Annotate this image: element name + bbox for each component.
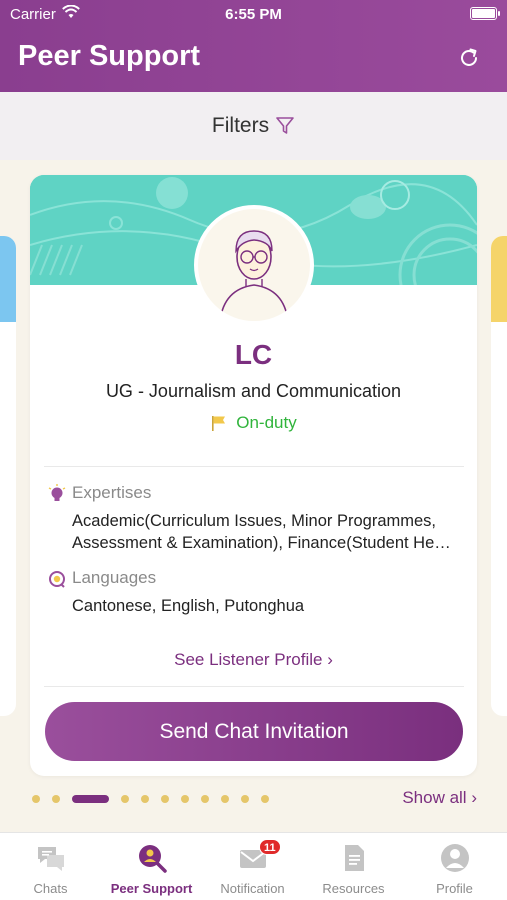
- battery-icon: [470, 7, 500, 20]
- divider: [44, 466, 464, 467]
- funnel-icon: [276, 117, 294, 134]
- tab-label: Resources: [322, 881, 385, 896]
- filters-label: Filters: [211, 114, 270, 137]
- show-all-link[interactable]: Show all ›: [402, 788, 477, 808]
- send-chat-invitation-button[interactable]: Send Chat Invitation: [45, 702, 463, 761]
- speech-icon: [49, 571, 65, 588]
- see-listener-profile-link[interactable]: See Listener Profile ›: [30, 650, 477, 670]
- tab-label: Notification: [220, 881, 285, 896]
- status-bar: Carrier 6:55 PM: [0, 0, 507, 28]
- pagination-dot[interactable]: [221, 795, 229, 803]
- document-icon: [345, 845, 364, 871]
- chevron-right-icon: ›: [471, 788, 477, 807]
- tab-label: Peer Support: [110, 881, 193, 896]
- chat-bubbles-icon: [38, 847, 64, 871]
- listener-name: LC: [234, 339, 273, 370]
- lightbulb-icon: [48, 484, 66, 501]
- divider: [44, 686, 464, 687]
- duty-status-label: On-duty: [236, 413, 297, 432]
- filters-button[interactable]: Filters: [0, 92, 507, 160]
- show-all-label: Show all: [402, 788, 467, 807]
- pagination-dot-active[interactable]: [72, 795, 109, 803]
- pagination-dot[interactable]: [161, 795, 169, 803]
- listener-program: UG - Journalism and Communication: [105, 381, 402, 401]
- tab-profile[interactable]: Profile: [404, 833, 505, 900]
- tab-resources[interactable]: Resources: [303, 833, 404, 900]
- tab-label: Profile: [436, 881, 473, 896]
- duty-status: On-duty: [30, 413, 477, 433]
- next-card-peek[interactable]: [491, 236, 507, 716]
- pagination-dot[interactable]: [32, 795, 40, 803]
- clock: 6:55 PM: [225, 6, 282, 23]
- pagination-dot[interactable]: [52, 795, 60, 803]
- languages-value: Cantonese, English, Putonghua: [72, 597, 305, 615]
- pagination-dot[interactable]: [201, 795, 209, 803]
- listener-card: LC UG - Journalism and Communication On-…: [30, 175, 477, 776]
- flag-icon: [212, 416, 226, 431]
- see-profile-label: See Listener Profile: [174, 650, 323, 669]
- tab-peer-support[interactable]: Peer Support: [101, 833, 202, 900]
- avatar: [194, 205, 314, 325]
- carousel-pagination[interactable]: [32, 794, 269, 804]
- expertises-value: Academic(Curriculum Issues, Minor Progra…: [72, 512, 451, 552]
- pagination-dot[interactable]: [121, 795, 129, 803]
- expertises-label: Expertises: [72, 483, 152, 502]
- pagination-dot[interactable]: [241, 795, 249, 803]
- person-icon: [441, 844, 469, 872]
- page-title: Peer Support: [18, 40, 201, 72]
- refresh-icon[interactable]: [457, 46, 481, 70]
- avatar-illustration: [219, 230, 289, 321]
- chevron-right-icon: ›: [327, 650, 333, 669]
- notification-badge: 11: [259, 839, 281, 855]
- languages-label: Languages: [72, 568, 157, 587]
- peer-search-icon: [139, 845, 167, 873]
- tab-bar: Chats Peer Support 11 Notification Resou…: [0, 832, 507, 900]
- tab-label: Chats: [33, 881, 68, 896]
- pagination-dot[interactable]: [141, 795, 149, 803]
- app-header: Carrier 6:55 PM Peer Support: [0, 0, 507, 92]
- previous-card-peek[interactable]: [0, 236, 16, 716]
- pagination-dot[interactable]: [181, 795, 189, 803]
- tab-notification[interactable]: 11 Notification: [202, 833, 303, 900]
- pagination-dot[interactable]: [261, 795, 269, 803]
- tab-chats[interactable]: Chats: [0, 833, 101, 900]
